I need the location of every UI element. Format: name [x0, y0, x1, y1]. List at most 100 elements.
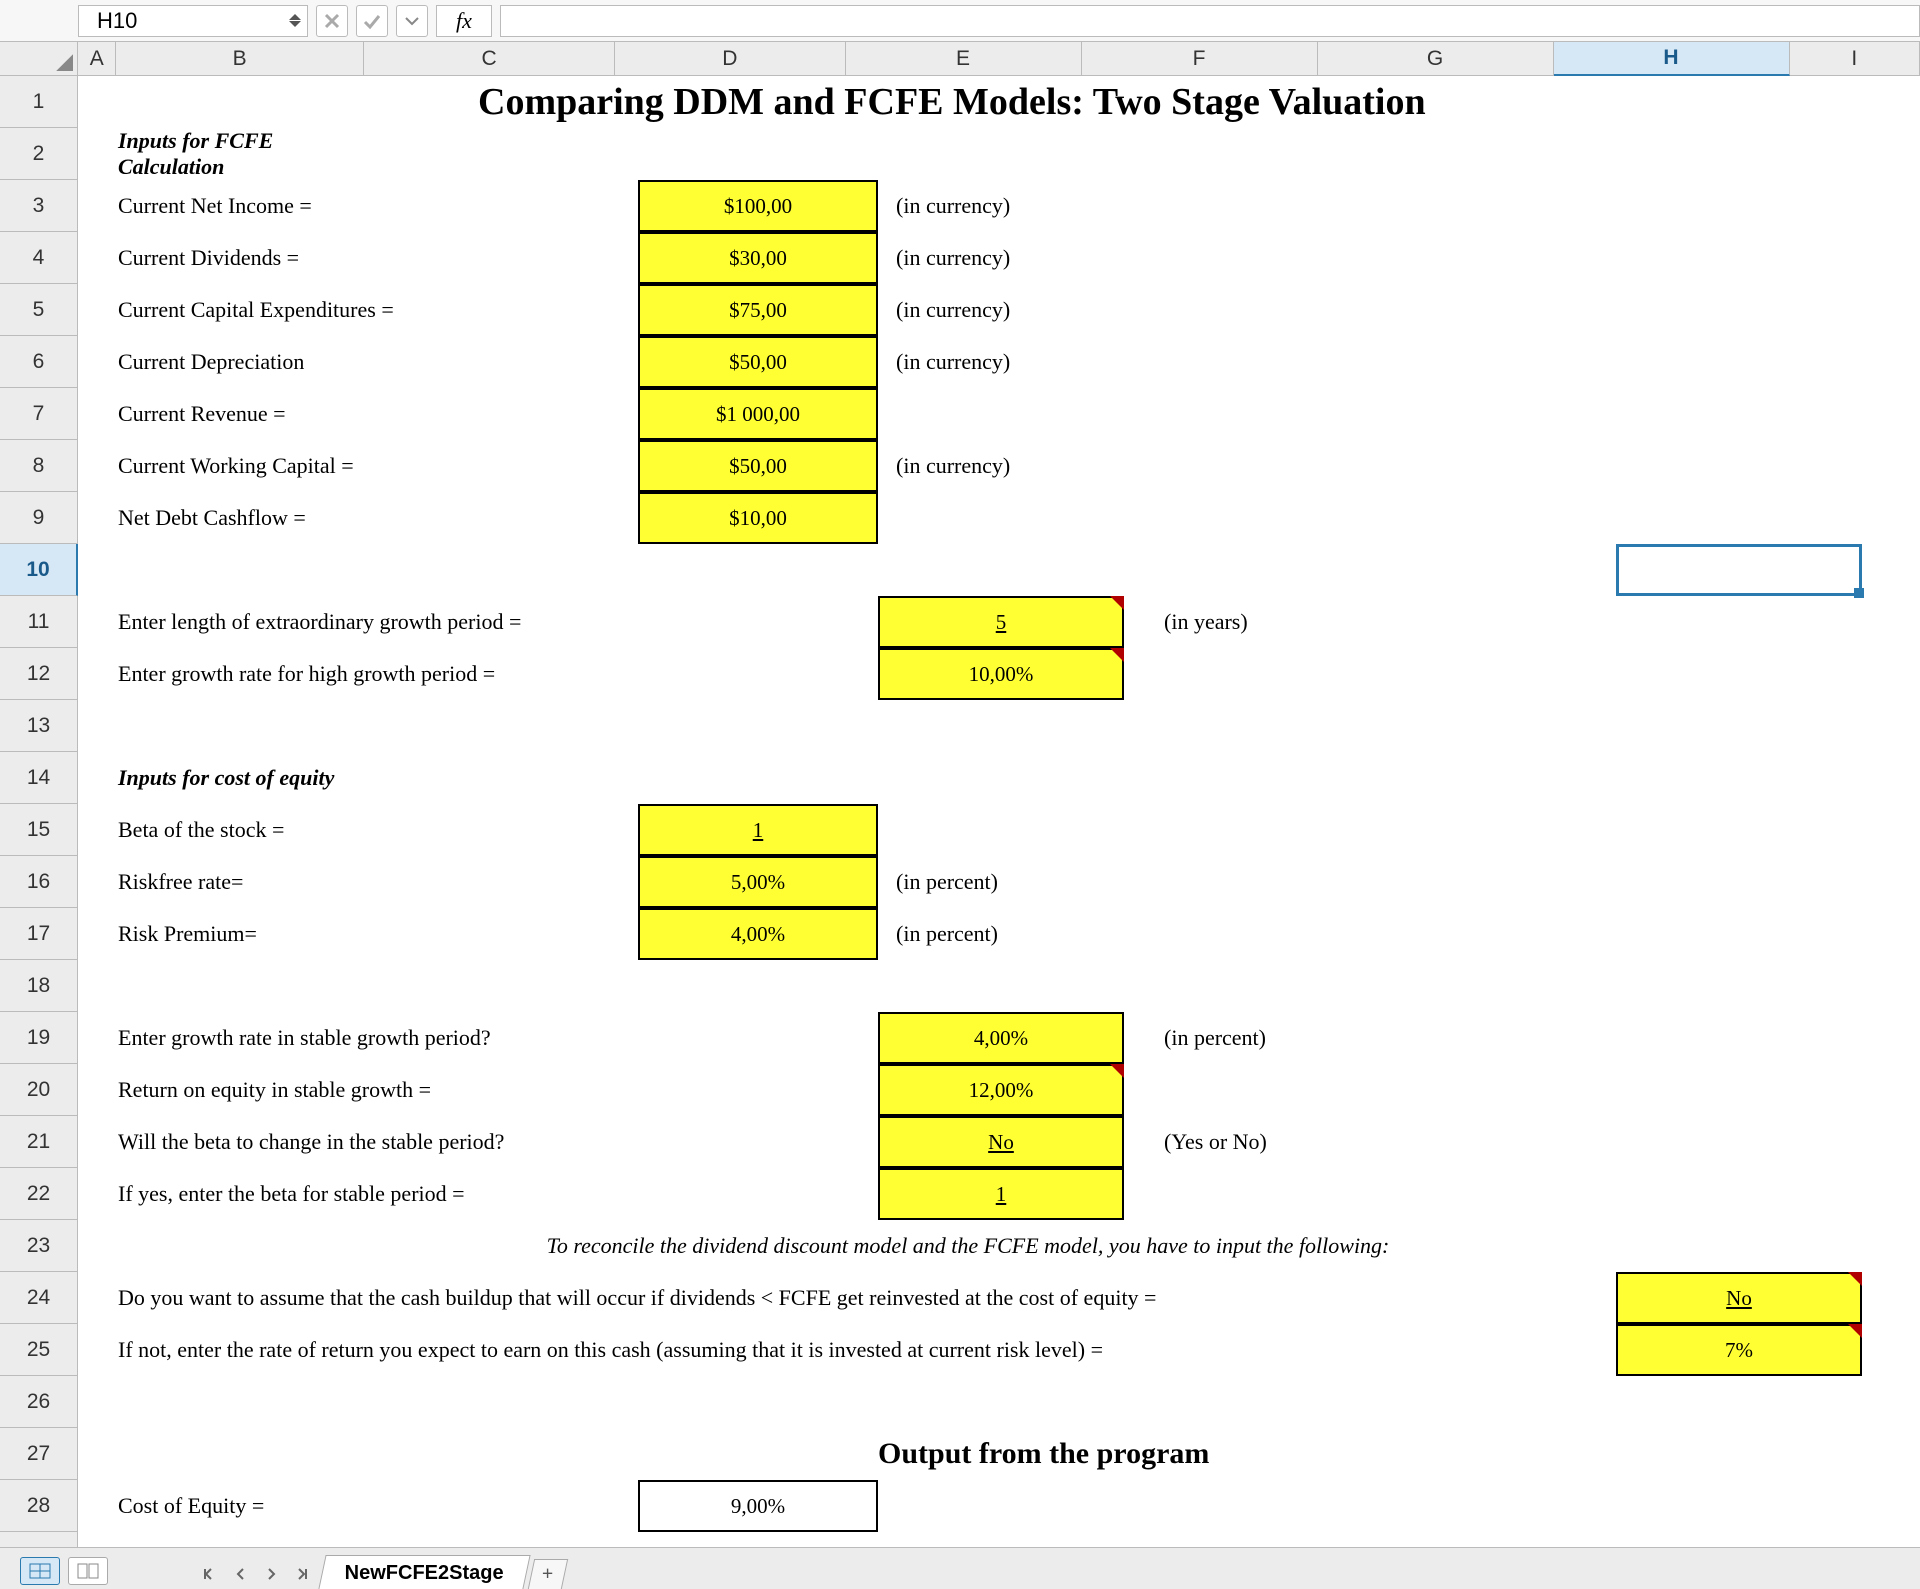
col-header-D[interactable]: D [615, 42, 845, 76]
output-cost-of-equity: 9,00% [638, 1480, 878, 1532]
select-all-corner[interactable] [0, 42, 78, 76]
confirm-formula-button[interactable] [356, 5, 388, 37]
input-revenue[interactable]: $1 000,00 [638, 388, 878, 440]
col-header-B[interactable]: B [116, 42, 364, 76]
label-riskfree: Riskfree rate= [118, 869, 243, 895]
output-heading: Output from the program [878, 1437, 1209, 1471]
input-assume-reinvest[interactable]: No [1616, 1272, 1862, 1324]
last-sheet-button[interactable] [288, 1561, 314, 1587]
col-header-F[interactable]: F [1082, 42, 1318, 76]
formula-dropdown-button[interactable] [396, 5, 428, 37]
input-if-not-rate[interactable]: 7% [1616, 1324, 1862, 1376]
tab-navigation [198, 1561, 314, 1589]
col-header-G[interactable]: G [1318, 42, 1554, 76]
row-header-3[interactable]: 3 [0, 180, 78, 232]
name-box-stepper[interactable] [289, 14, 301, 27]
check-icon [362, 11, 382, 31]
formula-bar: H10 fx [0, 0, 1920, 42]
label-if-not-rate: If not, enter the rate of return you exp… [118, 1337, 1103, 1363]
last-icon [294, 1567, 308, 1581]
row-header-26[interactable]: 26 [0, 1376, 78, 1428]
label-dividends: Current Dividends = [118, 245, 299, 271]
sheet-tab-bar: NewFCFE2Stage + [0, 1547, 1920, 1589]
input-riskfree[interactable]: 5,00% [638, 856, 878, 908]
col-header-I[interactable]: I [1790, 42, 1920, 76]
input-growth-rate-high[interactable]: 10,00% [878, 648, 1124, 700]
row-header-20[interactable]: 20 [0, 1064, 78, 1116]
label-beta-stable: If yes, enter the beta for stable period… [118, 1181, 465, 1207]
row-header-6[interactable]: 6 [0, 336, 78, 388]
prev-sheet-button[interactable] [228, 1561, 254, 1587]
col-header-E[interactable]: E [846, 42, 1082, 76]
col-header-C[interactable]: C [364, 42, 615, 76]
row-header-7[interactable]: 7 [0, 388, 78, 440]
row-header-8[interactable]: 8 [0, 440, 78, 492]
selected-cell-H10[interactable] [1616, 544, 1862, 596]
sheet-tab-active[interactable]: NewFCFE2Stage [318, 1555, 530, 1589]
row-header-9[interactable]: 9 [0, 492, 78, 544]
input-risk-premium[interactable]: 4,00% [638, 908, 878, 960]
row-header-25[interactable]: 25 [0, 1324, 78, 1376]
column-headers: A B C D E F G H I [78, 42, 1920, 76]
normal-view-button[interactable] [20, 1557, 60, 1585]
row-header-19[interactable]: 19 [0, 1012, 78, 1064]
row-header-21[interactable]: 21 [0, 1116, 78, 1168]
input-depreciation[interactable]: $50,00 [638, 336, 878, 388]
chevron-right-icon [264, 1567, 278, 1581]
input-beta[interactable]: 1 [638, 804, 878, 856]
chevron-left-icon [234, 1567, 248, 1581]
hint-currency-1: (in currency) [896, 193, 1010, 219]
name-box-value: H10 [97, 8, 137, 34]
hint-currency-4: (in currency) [896, 349, 1010, 375]
input-beta-change-q[interactable]: No [878, 1116, 1124, 1168]
row-header-24[interactable]: 24 [0, 1272, 78, 1324]
cancel-formula-button[interactable] [316, 5, 348, 37]
row-header-10[interactable]: 10 [0, 544, 78, 596]
input-stable-growth[interactable]: 4,00% [878, 1012, 1124, 1064]
col-header-A[interactable]: A [78, 42, 116, 76]
first-sheet-button[interactable] [198, 1561, 224, 1587]
row-header-28[interactable]: 28 [0, 1480, 78, 1532]
row-header-1[interactable]: 1 [0, 76, 78, 128]
row-header-17[interactable]: 17 [0, 908, 78, 960]
page-layout-view-button[interactable] [68, 1557, 108, 1585]
row-header-11[interactable]: 11 [0, 596, 78, 648]
input-growth-length[interactable]: 5 [878, 596, 1124, 648]
label-capex: Current Capital Expenditures = [118, 297, 394, 323]
page-title: Comparing DDM and FCFE Models: Two Stage… [118, 76, 1920, 128]
input-net-debt-cf[interactable]: $10,00 [638, 492, 878, 544]
next-sheet-button[interactable] [258, 1561, 284, 1587]
input-roe-stable[interactable]: 12,00% [878, 1064, 1124, 1116]
formula-input[interactable] [500, 5, 1920, 37]
row-header-22[interactable]: 22 [0, 1168, 78, 1220]
input-capex[interactable]: $75,00 [638, 284, 878, 336]
row-header-15[interactable]: 15 [0, 804, 78, 856]
row-header-14[interactable]: 14 [0, 752, 78, 804]
fx-button[interactable]: fx [436, 5, 492, 37]
row-header-23[interactable]: 23 [0, 1220, 78, 1272]
name-box[interactable]: H10 [78, 5, 308, 37]
row-header-13[interactable]: 13 [0, 700, 78, 752]
spreadsheet-grid: A B C D E F G H I 1 2 3 4 5 6 7 8 9 10 1… [0, 42, 1920, 1547]
row-header-2[interactable]: 2 [0, 128, 78, 180]
row-header-27[interactable]: 27 [0, 1428, 78, 1480]
label-risk-premium: Risk Premium= [118, 921, 257, 947]
row-header-4[interactable]: 4 [0, 232, 78, 284]
first-icon [204, 1567, 218, 1581]
row-header-18[interactable]: 18 [0, 960, 78, 1012]
row-headers: 1 2 3 4 5 6 7 8 9 10 11 12 13 14 15 16 1… [0, 76, 78, 1547]
input-working-capital[interactable]: $50,00 [638, 440, 878, 492]
col-header-H[interactable]: H [1554, 42, 1790, 76]
input-dividends[interactable]: $30,00 [638, 232, 878, 284]
cells-area[interactable]: Comparing DDM and FCFE Models: Two Stage… [78, 76, 1920, 1547]
label-growth-rate-high: Enter growth rate for high growth period… [118, 661, 495, 687]
add-sheet-button[interactable]: + [528, 1559, 568, 1589]
row-header-16[interactable]: 16 [0, 856, 78, 908]
label-assume-reinvest: Do you want to assume that the cash buil… [118, 1285, 1156, 1311]
chevron-down-icon [402, 11, 422, 31]
input-net-income[interactable]: $100,00 [638, 180, 878, 232]
row-header-12[interactable]: 12 [0, 648, 78, 700]
row-header-5[interactable]: 5 [0, 284, 78, 336]
input-beta-stable[interactable]: 1 [878, 1168, 1124, 1220]
grid-view-icon [29, 1563, 51, 1579]
